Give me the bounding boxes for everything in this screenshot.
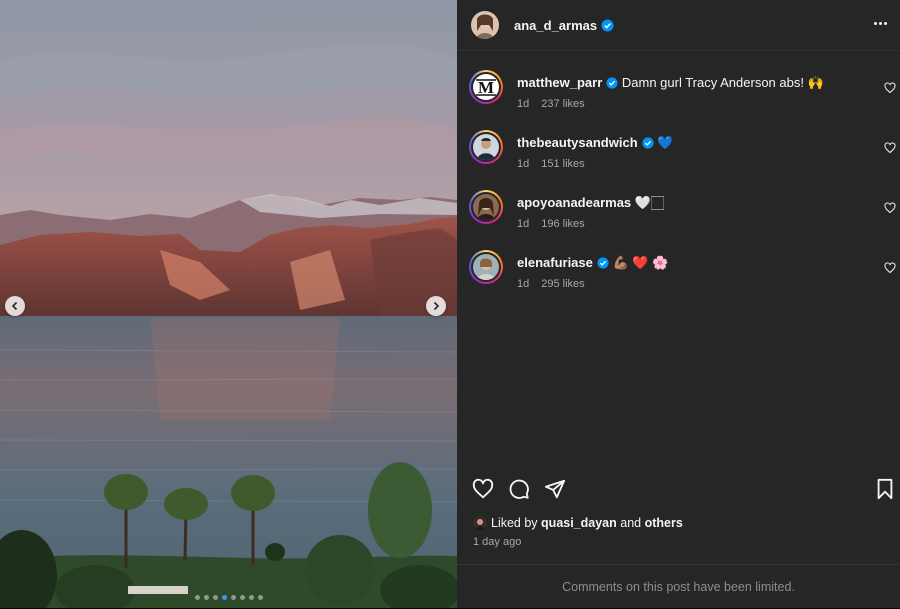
- more-options-button[interactable]: [874, 16, 890, 30]
- comment-meta: 1d 196 likes: [517, 218, 585, 230]
- verified-badge-icon: [642, 137, 654, 149]
- like-comment-heart-icon[interactable]: [884, 202, 896, 214]
- avatar-image: [473, 516, 487, 530]
- comment-bubble-icon[interactable]: [508, 478, 530, 500]
- comment-meta: 1d 237 likes: [517, 98, 585, 110]
- liked-by-summary: Liked by quasi_dayan and others: [473, 516, 683, 530]
- carousel-dot: [257, 595, 263, 600]
- avatar-image: [473, 134, 499, 160]
- ring-inner: [471, 252, 501, 282]
- liked-by-user[interactable]: quasi_dayan: [541, 516, 617, 530]
- like-comment-heart-icon[interactable]: [884, 82, 896, 94]
- comment-item: M matthew_parr Damn gurl Tracy Anderson …: [457, 68, 900, 128]
- carousel-dot: [248, 595, 254, 600]
- comment-body: matthew_parr Damn gurl Tracy Anderson ab…: [517, 75, 864, 91]
- commenter-username[interactable]: thebeautysandwich: [517, 135, 638, 150]
- comment-item: thebeautysandwich 💙 1d 151 likes: [457, 128, 900, 188]
- post-timestamp[interactable]: 1 day ago: [473, 536, 521, 548]
- comment-likes[interactable]: 196 likes: [541, 218, 584, 230]
- carousel-dot: [203, 595, 209, 600]
- ring-inner: M: [471, 72, 501, 102]
- save-bookmark-icon[interactable]: [875, 478, 895, 500]
- carousel-dot: [230, 595, 236, 600]
- comment-likes[interactable]: 237 likes: [541, 98, 584, 110]
- commenter-avatar: M: [473, 74, 499, 100]
- avatar-image: M: [473, 74, 499, 100]
- more-dot: [874, 21, 877, 25]
- next-slide-button[interactable]: [426, 296, 446, 316]
- chevron-left-icon: [11, 301, 18, 311]
- comment-age: 1d: [517, 98, 530, 110]
- liked-by-others[interactable]: others: [645, 516, 683, 530]
- post-side-panel: ana_d_armas M matthew_parr Damn gurl Tra…: [457, 0, 900, 608]
- carousel-dot: [212, 595, 218, 600]
- verified-badge-icon: [597, 257, 609, 269]
- ring-inner: [471, 192, 501, 222]
- carousel-dot: [239, 595, 245, 600]
- commenter-avatar: [473, 254, 499, 280]
- verified-badge-icon: [606, 77, 618, 89]
- story-ring[interactable]: [469, 250, 503, 284]
- post-header: ana_d_armas: [457, 0, 900, 51]
- comments-list: M matthew_parr Damn gurl Tracy Anderson …: [457, 68, 900, 308]
- carousel-dot-active: [221, 595, 227, 600]
- comment-body: elenafuriase 💪🏽 ❤️ 🌸: [517, 255, 864, 271]
- comment-likes[interactable]: 151 likes: [541, 158, 584, 170]
- comment-likes[interactable]: 295 likes: [541, 278, 584, 290]
- comment-text: Damn gurl Tracy Anderson abs! 🙌: [621, 75, 824, 90]
- avatar-image: [473, 254, 499, 280]
- svg-text:M: M: [478, 78, 494, 97]
- like-comment-heart-icon[interactable]: [884, 142, 896, 154]
- story-ring[interactable]: [469, 130, 503, 164]
- comment-text: 🤍🏻: [634, 195, 664, 210]
- commenter-username[interactable]: apoyoanadearmas: [517, 195, 631, 210]
- liked-by-conj: and: [620, 516, 642, 530]
- verified-badge-icon: [601, 18, 614, 32]
- comments-limited-notice: Comments on this post have been limited.: [457, 564, 900, 609]
- post-action-bar: [457, 476, 900, 504]
- lake-mountain-photo: [0, 0, 457, 608]
- instagram-post: ana_d_armas M matthew_parr Damn gurl Tra…: [0, 0, 900, 608]
- liked-by-prefix: Liked by: [491, 516, 538, 530]
- share-paper-plane-icon[interactable]: [544, 478, 566, 500]
- comment-item: elenafuriase 💪🏽 ❤️ 🌸 1d 295 likes: [457, 248, 900, 308]
- commenter-username[interactable]: matthew_parr: [517, 75, 602, 90]
- comments-limited-text: Comments on this post have been limited.: [562, 580, 795, 594]
- commenter-avatar: [473, 134, 499, 160]
- story-ring[interactable]: [469, 190, 503, 224]
- author-avatar[interactable]: [471, 11, 499, 39]
- comment-item: apoyoanadearmas 🤍🏻 1d 196 likes: [457, 188, 900, 248]
- like-comment-heart-icon[interactable]: [884, 262, 896, 274]
- comment-age: 1d: [517, 218, 530, 230]
- story-ring[interactable]: M: [469, 70, 503, 104]
- comment-meta: 1d 295 likes: [517, 278, 585, 290]
- post-image-carousel[interactable]: [0, 0, 457, 608]
- more-dot: [884, 21, 887, 25]
- previous-slide-button[interactable]: [5, 296, 25, 316]
- comment-meta: 1d 151 likes: [517, 158, 585, 170]
- more-dot: [879, 21, 882, 25]
- comment-body: thebeautysandwich 💙: [517, 135, 864, 151]
- carousel-dot: [194, 595, 200, 600]
- avatar-image: [473, 194, 499, 220]
- chevron-right-icon: [433, 301, 440, 311]
- ring-inner: [471, 132, 501, 162]
- comment-body: apoyoanadearmas 🤍🏻: [517, 195, 864, 211]
- avatar-image: [471, 11, 499, 39]
- author-username[interactable]: ana_d_armas: [514, 18, 597, 33]
- comment-text: 💪🏽 ❤️ 🌸: [612, 255, 669, 270]
- comment-age: 1d: [517, 278, 530, 290]
- liker-avatar[interactable]: [473, 516, 487, 530]
- comment-age: 1d: [517, 158, 530, 170]
- commenter-username[interactable]: elenafuriase: [517, 255, 593, 270]
- commenter-avatar: [473, 194, 499, 220]
- carousel-indicator: [0, 595, 457, 600]
- like-heart-icon[interactable]: [472, 478, 494, 500]
- comment-text: 💙: [657, 135, 674, 150]
